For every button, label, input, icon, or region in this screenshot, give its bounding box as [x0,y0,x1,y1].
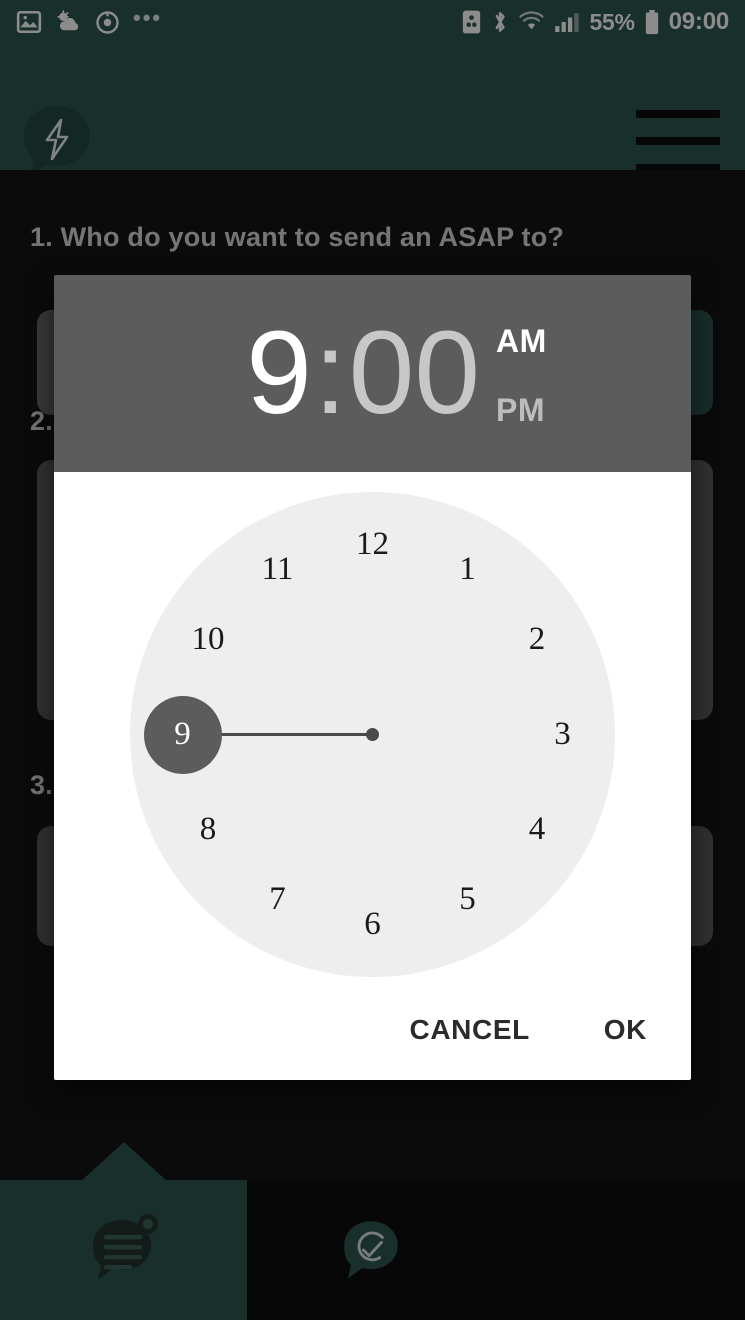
time-picker-body: 12 1 2 3 4 5 6 7 8 9 10 11 CANCEL OK [54,472,691,1080]
clock-face[interactable]: 12 1 2 3 4 5 6 7 8 9 10 11 [130,492,615,977]
clock-hour-4[interactable]: 4 [505,798,569,862]
time-colon: : [313,306,347,439]
am-option[interactable]: AM [496,323,547,360]
clock-hour-7[interactable]: 7 [246,867,310,931]
clock-hour-3[interactable]: 3 [531,703,595,767]
clock-hour-5[interactable]: 5 [436,867,500,931]
clock-hour-2[interactable]: 2 [505,608,569,672]
clock-hand-center-dot [366,728,379,741]
clock-hour-9[interactable]: 9 [143,695,222,774]
clock-hour-11[interactable]: 11 [246,538,310,602]
time-picker-dialog: 9 : 00 AM PM 12 1 2 3 4 5 6 7 8 9 10 11 CANCEL OK [54,275,691,1080]
clock-hour-6[interactable]: 6 [341,893,405,957]
ok-button[interactable]: OK [604,1014,647,1046]
app-root: ••• 55% 09:00 1. Who do you want to send… [0,0,745,1320]
time-picker-header: 9 : 00 AM PM [54,275,691,472]
clock-hour-1[interactable]: 1 [436,538,500,602]
clock-hour-8[interactable]: 8 [176,798,240,862]
minute-display[interactable]: 00 [349,314,480,432]
meridiem-selector: AM PM [496,317,547,429]
dialog-action-bar: CANCEL OK [54,980,691,1080]
pm-option[interactable]: PM [496,392,547,429]
clock-hour-12[interactable]: 12 [341,513,405,577]
cancel-button[interactable]: CANCEL [410,1014,530,1046]
hour-display[interactable]: 9 [246,314,312,432]
time-display: 9 : 00 AM PM [246,306,547,439]
clock-hour-10[interactable]: 10 [176,608,240,672]
